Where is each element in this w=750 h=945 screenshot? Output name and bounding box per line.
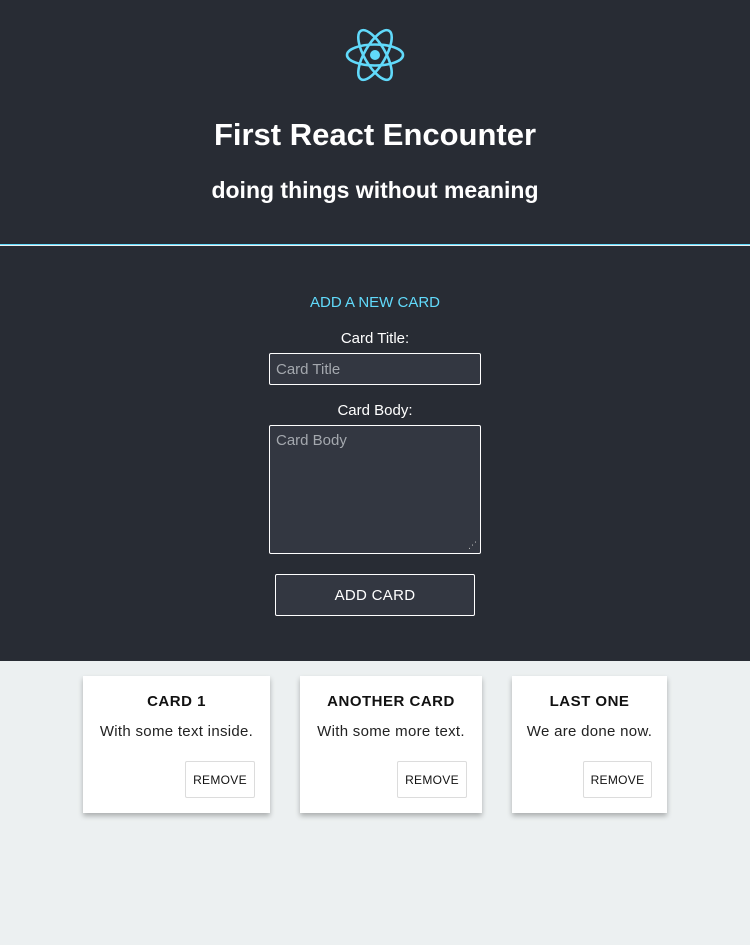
remove-card-button[interactable]: REMOVE [397,761,467,798]
add-card-form: ADD A NEW CARD Card Title: Card Body: ⋰ … [0,246,750,661]
card-title: CARD 1 [147,693,206,710]
card-body-textarea[interactable] [269,425,481,554]
card-body-label: Card Body: [337,402,413,419]
remove-card-button[interactable]: REMOVE [583,761,652,798]
page-subtitle: doing things without meaning [211,177,539,203]
card-item: CARD 1 With some text inside. REMOVE [83,676,270,813]
app-header: First React Encounter doing things witho… [0,0,750,245]
card-body: We are done now. [526,723,653,740]
remove-card-button[interactable]: REMOVE [185,761,255,798]
card-title: LAST ONE [549,693,630,710]
react-atom-icon [345,28,405,82]
card-body: With some text inside. [99,723,254,740]
add-card-button[interactable]: ADD CARD [275,574,475,616]
card-body: With some more text. [317,723,465,740]
card-title: ANOTHER CARD [327,693,455,710]
card-title-label: Card Title: [340,330,410,347]
card-title-input[interactable] [269,353,481,385]
page-title: First React Encounter [213,117,537,152]
form-heading: ADD A NEW CARD [309,294,441,311]
resize-handle-icon[interactable]: ⋰ [468,540,478,550]
card-item: LAST ONE We are done now. REMOVE [512,676,667,813]
card-list: CARD 1 With some text inside. REMOVE ANO… [0,661,750,945]
card-item: ANOTHER CARD With some more text. REMOVE [300,676,482,813]
